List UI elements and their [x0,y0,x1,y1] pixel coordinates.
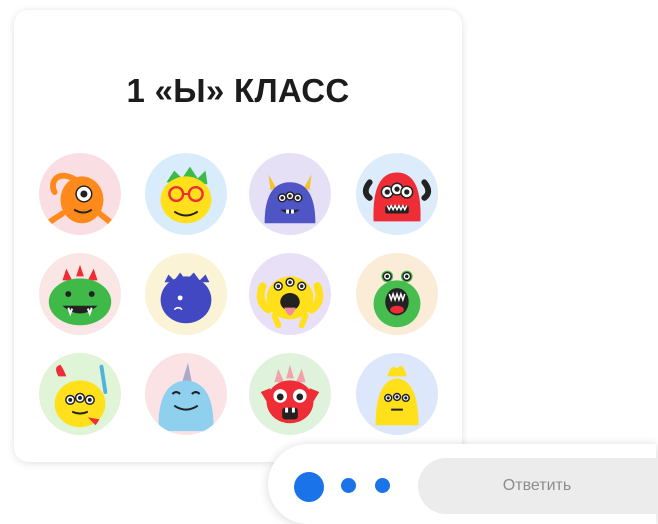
reply-bar: Ответить [268,444,656,524]
blue-blob-monster-icon [145,253,227,335]
yellow-glasses-monster-icon [145,153,227,235]
green-screaming-monster-icon [356,253,438,335]
purple-horned-monster-icon [249,153,331,235]
yellow-flame-monster-icon [356,353,438,435]
progress-dot-active [294,472,324,502]
green-spiked-monster-icon [39,253,121,335]
yellow-tongue-monster-icon [249,253,331,335]
progress-dot [375,478,390,493]
red-spiky-monster-icon [249,353,331,435]
avatar-grid [14,10,462,462]
class-card: 1 «Ы» КЛАСС [14,10,462,462]
orange-one-eyed-monster-icon [39,153,121,235]
reply-button[interactable]: Ответить [418,458,656,514]
yellow-chick-monster-icon [39,353,121,435]
lightblue-horn-monster-icon [145,353,227,435]
progress-dot [341,478,356,493]
red-three-eyed-monster-icon [356,153,438,235]
